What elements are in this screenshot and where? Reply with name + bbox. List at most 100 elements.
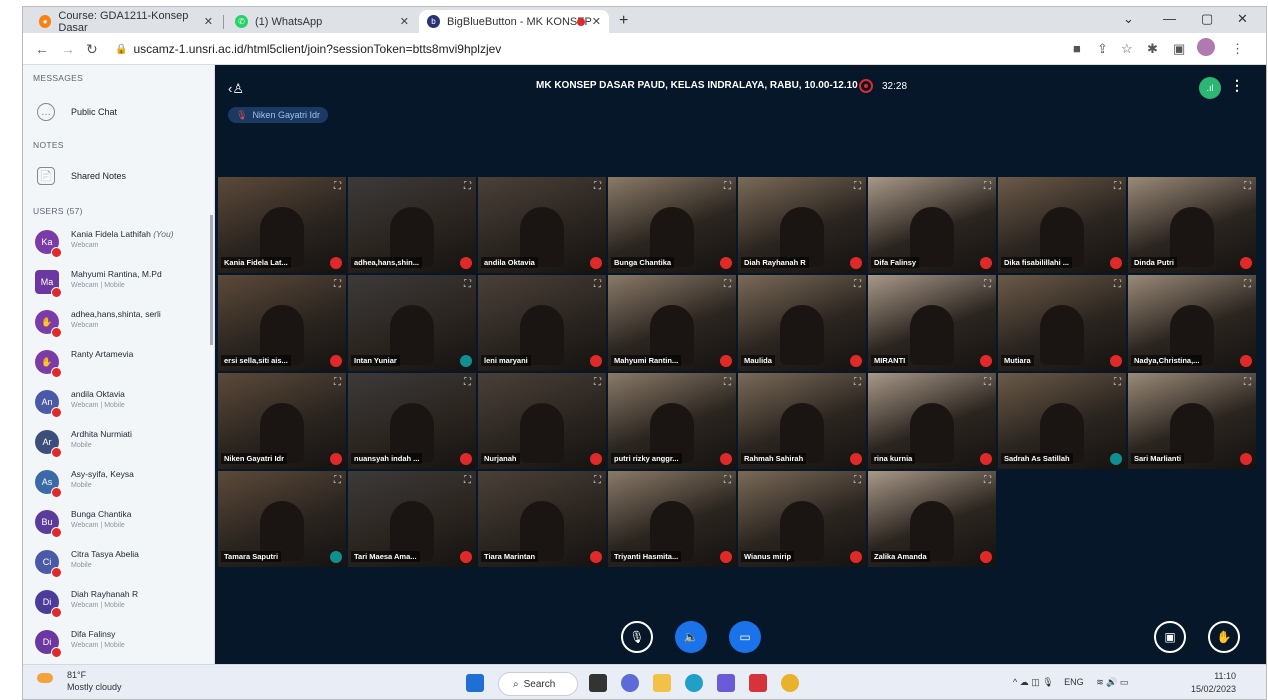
weather-widget[interactable]: 81°F Mostly cloudy	[37, 669, 122, 693]
extensions-icon[interactable]: ✱	[1147, 41, 1158, 57]
fullscreen-icon[interactable]: ⛶	[1114, 279, 1121, 290]
video-tile[interactable]: ⛶ Sadrah As Satillah	[998, 373, 1126, 469]
tab-course[interactable]: ● Course: GDA1211-Konsep Dasar ✕	[31, 10, 221, 34]
video-tile[interactable]: ⛶ Triyanti Hasmita...	[608, 471, 736, 567]
taskbar-search[interactable]: ⌕ Search	[498, 672, 578, 696]
fullscreen-icon[interactable]: ⛶	[724, 475, 731, 486]
fullscreen-icon[interactable]: ⛶	[464, 377, 471, 388]
shared-notes-item[interactable]: 📄 Shared Notes	[37, 167, 126, 185]
audio-button[interactable]: 🔈	[675, 621, 707, 653]
user-list-item[interactable]: Ma Mahyumi Rantina, M.Pd Webcam | Mobile	[33, 265, 211, 301]
video-tile[interactable]: ⛶ Diah Rayhanah R	[738, 177, 866, 273]
fullscreen-icon[interactable]: ⛶	[854, 475, 861, 486]
mcafee-icon[interactable]	[749, 674, 767, 692]
video-tile[interactable]: ⛶ leni maryani	[478, 275, 606, 371]
fullscreen-icon[interactable]: ⛶	[984, 279, 991, 290]
close-icon[interactable]: ✕	[400, 15, 409, 28]
profile-avatar[interactable]	[1197, 38, 1215, 56]
fullscreen-icon[interactable]: ⛶	[854, 279, 861, 290]
video-tile[interactable]: ⛶ Dinda Putri	[1128, 177, 1256, 273]
fullscreen-icon[interactable]: ⛶	[594, 475, 601, 486]
video-tile[interactable]: ⛶ MIRANTI	[868, 275, 996, 371]
start-icon[interactable]	[466, 674, 484, 692]
fullscreen-icon[interactable]: ⛶	[1114, 181, 1121, 192]
app-icon[interactable]	[717, 674, 735, 692]
address-bar[interactable]: 🔒 uscamz-1.unsri.ac.id/html5client/join?…	[115, 38, 975, 60]
fullscreen-icon[interactable]: ⛶	[984, 181, 991, 192]
user-list-item[interactable]: ✋ adhea,hans,shinta, serli Webcam	[33, 305, 211, 341]
video-tile[interactable]: ⛶ Dika fisabilillahi ...	[998, 177, 1126, 273]
fullscreen-icon[interactable]: ⛶	[334, 475, 341, 486]
reload-icon[interactable]: ↻	[86, 41, 98, 58]
fullscreen-icon[interactable]: ⛶	[1114, 377, 1121, 388]
user-list-item[interactable]: An andila Oktavia Webcam | Mobile	[33, 385, 211, 421]
video-tile[interactable]: ⛶ Niken Gayatri Idr	[218, 373, 346, 469]
file-explorer-icon[interactable]	[653, 674, 671, 692]
video-tile[interactable]: ⛶ Nadya,Christina,...	[1128, 275, 1256, 371]
webcam-button[interactable]: ▭	[729, 621, 761, 653]
user-list-item[interactable]: As Asy-syifa, Keysa Mobile	[33, 465, 211, 501]
back-icon[interactable]: ←	[35, 41, 49, 57]
user-list-item[interactable]: Ci Citra Tasya Abelia Mobile	[33, 545, 211, 581]
public-chat-item[interactable]: … Public Chat	[37, 103, 117, 121]
forward-icon[interactable]: →	[61, 41, 75, 57]
presentation-button[interactable]: ▣	[1154, 621, 1186, 653]
fullscreen-icon[interactable]: ⛶	[984, 475, 991, 486]
video-tile[interactable]: ⛶ Zalika Amanda	[868, 471, 996, 567]
clock[interactable]: 11:10 15/02/2023	[1191, 670, 1236, 696]
mic-off-button[interactable]: 🎙	[621, 621, 653, 653]
teams-icon[interactable]	[621, 674, 639, 692]
connection-status-icon[interactable]: .ıl	[1199, 77, 1221, 99]
video-tile[interactable]: ⛶ Difa Falinsy	[868, 177, 996, 273]
video-tile[interactable]: ⛶ Mutiara	[998, 275, 1126, 371]
fullscreen-icon[interactable]: ⛶	[594, 377, 601, 388]
fullscreen-icon[interactable]: ⛶	[724, 279, 731, 290]
menu-icon[interactable]: ⋮	[1231, 41, 1244, 57]
fullscreen-icon[interactable]: ⛶	[334, 181, 341, 192]
video-tile[interactable]: ⛶ Kania Fidela Lat...	[218, 177, 346, 273]
fullscreen-icon[interactable]: ⛶	[594, 279, 601, 290]
fullscreen-icon[interactable]: ⛶	[594, 181, 601, 192]
fullscreen-icon[interactable]: ⛶	[984, 377, 991, 388]
sidepanel-icon[interactable]: ▣	[1173, 41, 1185, 57]
fullscreen-icon[interactable]: ⛶	[334, 279, 341, 290]
fullscreen-icon[interactable]: ⛶	[464, 279, 471, 290]
video-tile[interactable]: ⛶ andila Oktavia	[478, 177, 606, 273]
tab-whatsapp[interactable]: ✆ (1) WhatsApp ✕	[227, 10, 417, 33]
video-tile[interactable]: ⛶ Tiara Marintan	[478, 471, 606, 567]
close-window-button[interactable]: ✕	[1237, 11, 1248, 27]
camera-icon[interactable]: ■	[1073, 41, 1081, 56]
chevron-down-icon[interactable]: ⌄	[1123, 11, 1134, 27]
fullscreen-icon[interactable]: ⛶	[854, 377, 861, 388]
fullscreen-icon[interactable]: ⛶	[854, 181, 861, 192]
chrome-icon[interactable]	[781, 674, 799, 692]
fullscreen-icon[interactable]: ⛶	[334, 377, 341, 388]
fullscreen-icon[interactable]: ⛶	[1244, 377, 1251, 388]
close-icon[interactable]: ✕	[592, 15, 601, 28]
user-list-item[interactable]: Ar Ardhita Nurmiati Mobile	[33, 425, 211, 461]
video-tile[interactable]: ⛶ adhea,hans,shin...	[348, 177, 476, 273]
fullscreen-icon[interactable]: ⛶	[464, 181, 471, 192]
toggle-userlist-icon[interactable]: ‹♙	[228, 81, 244, 97]
video-tile[interactable]: ⛶ Tamara Saputri	[218, 471, 346, 567]
new-tab-button[interactable]: +	[619, 12, 628, 30]
share-icon[interactable]: ⇪	[1097, 41, 1108, 57]
options-menu-icon[interactable]: ⋮	[1230, 77, 1244, 94]
minimize-button[interactable]: —	[1163, 11, 1176, 26]
user-list-item[interactable]: Di Diah Rayhanah R Webcam | Mobile	[33, 585, 211, 621]
video-tile[interactable]: ⛶ Bunga Chantika	[608, 177, 736, 273]
video-tile[interactable]: ⛶ ersi sella,siti ais...	[218, 275, 346, 371]
video-tile[interactable]: ⛶ Rahmah Sahirah	[738, 373, 866, 469]
user-list-item[interactable]: Ka Kania Fidela Lathifah (You) Webcam	[33, 225, 211, 261]
video-tile[interactable]: ⛶ Tari Maesa Ama...	[348, 471, 476, 567]
fullscreen-icon[interactable]: ⛶	[724, 377, 731, 388]
video-tile[interactable]: ⛶ Wianus mirip	[738, 471, 866, 567]
video-tile[interactable]: ⛶ rina kurnia	[868, 373, 996, 469]
system-tray[interactable]: ^ ☁ ◫ 🎙 ENG ≋ 🔊 ▭	[1013, 677, 1128, 688]
fullscreen-icon[interactable]: ⛶	[1244, 279, 1251, 290]
recording-indicator[interactable]	[859, 79, 873, 93]
fullscreen-icon[interactable]: ⛶	[724, 181, 731, 192]
video-tile[interactable]: ⛶ Sari Marlianti	[1128, 373, 1256, 469]
user-list-item[interactable]: Di Difa Falinsy Webcam | Mobile	[33, 625, 211, 661]
bookmark-icon[interactable]: ☆	[1121, 41, 1133, 57]
